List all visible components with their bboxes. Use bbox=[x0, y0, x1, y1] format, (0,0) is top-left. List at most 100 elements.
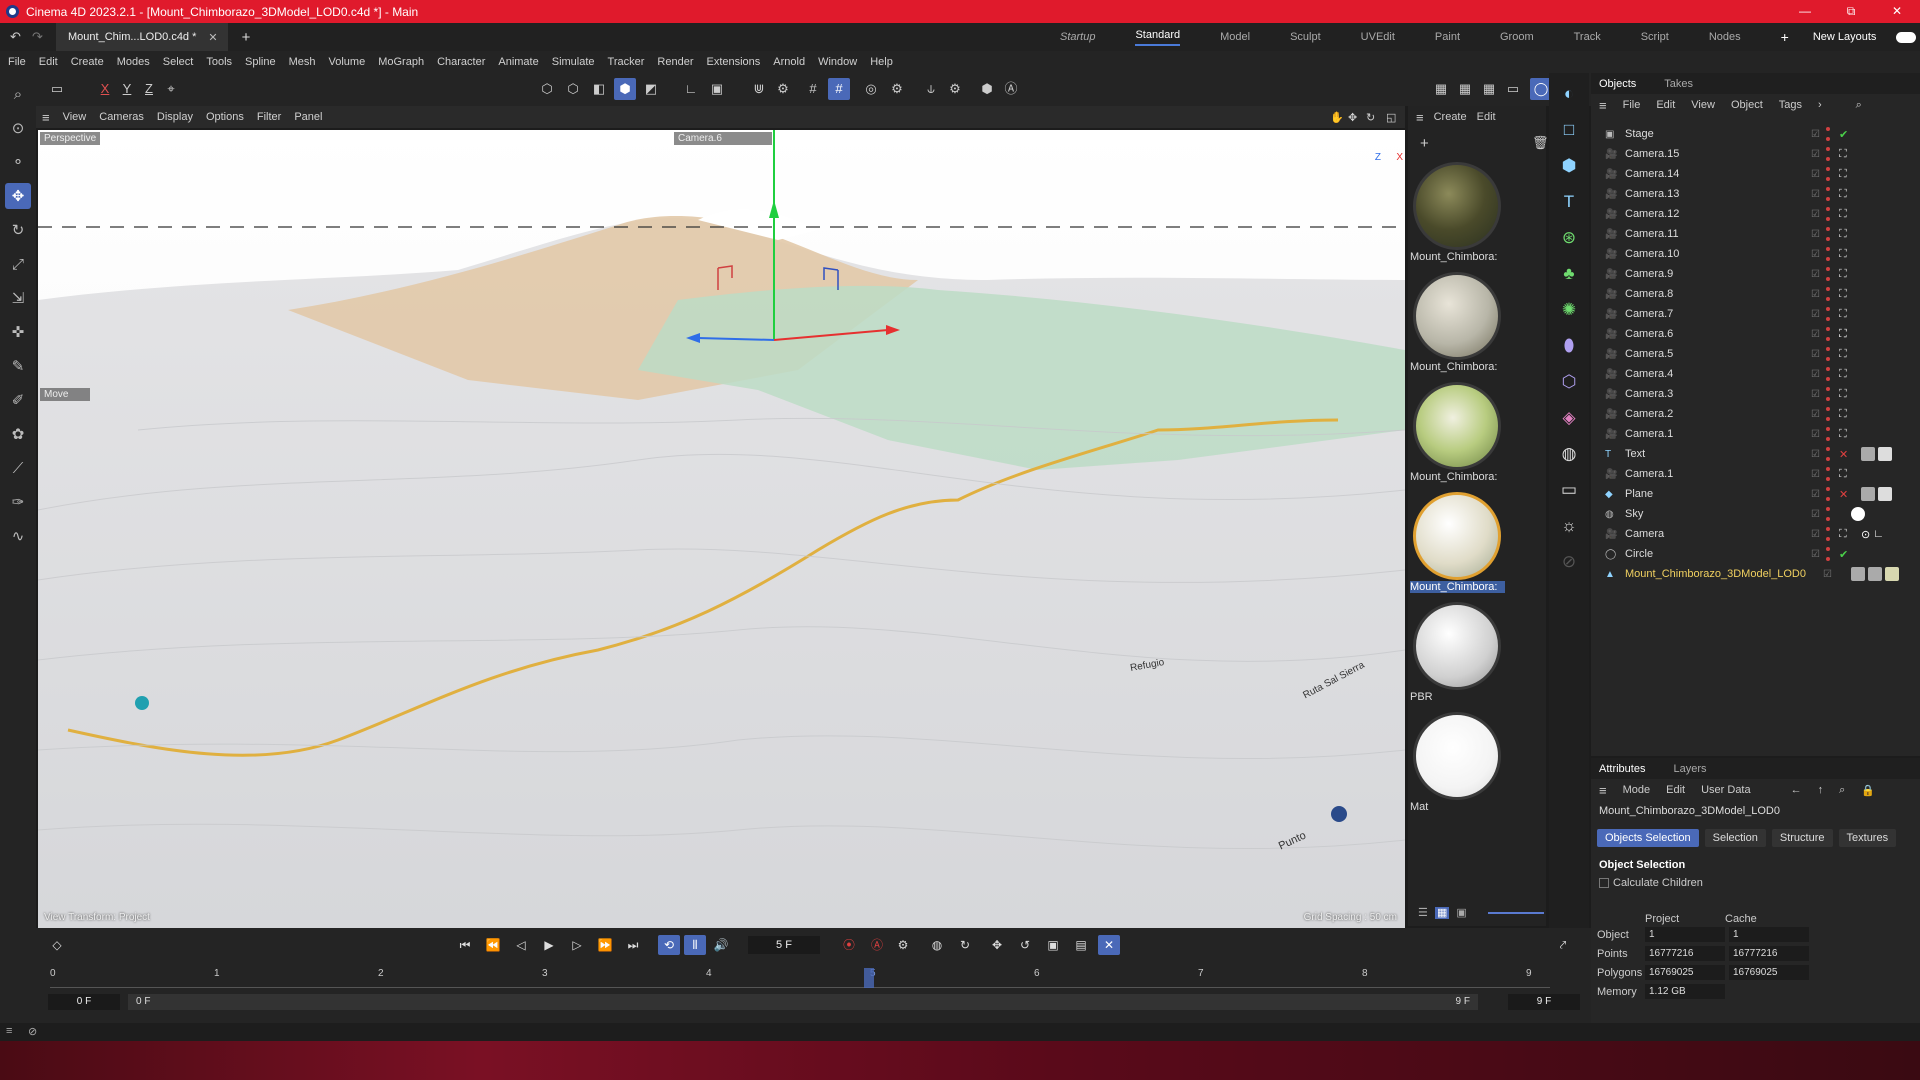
object-row[interactable]: T Text ☑ ✕ bbox=[1591, 444, 1920, 464]
key-scale-icon[interactable]: ✥ bbox=[986, 935, 1008, 955]
menu-tracker[interactable]: Tracker bbox=[608, 56, 645, 68]
om-more-icon[interactable]: › bbox=[1818, 99, 1822, 111]
disabled-tool-icon[interactable]: ⊘ bbox=[1554, 547, 1584, 577]
icon-size-slider[interactable] bbox=[1487, 912, 1544, 915]
cloner-icon[interactable]: ♣ bbox=[1554, 259, 1584, 289]
add-tab-button[interactable]: + bbox=[242, 29, 251, 46]
am-menu-icon[interactable]: ≡ bbox=[1599, 783, 1607, 798]
menu-mesh[interactable]: Mesh bbox=[289, 56, 316, 68]
visibility-checkbox[interactable]: ☑ bbox=[1811, 409, 1820, 420]
visibility-checkbox[interactable]: ☑ bbox=[1811, 169, 1820, 180]
grid-snap-icon[interactable]: # bbox=[802, 78, 824, 100]
visibility-dots[interactable] bbox=[1826, 347, 1831, 361]
menu-extensions[interactable]: Extensions bbox=[706, 56, 760, 68]
layout-script[interactable]: Script bbox=[1641, 31, 1669, 43]
maximize-view-icon[interactable]: ◱ bbox=[1386, 111, 1396, 124]
autokey-icon[interactable]: Ⓐ bbox=[866, 935, 888, 955]
cube-outline-icon[interactable]: □ bbox=[1554, 115, 1584, 145]
object-row[interactable]: 🎥 Camera.3 ☑ ⛶ bbox=[1591, 384, 1920, 404]
fcurve-editor-icon[interactable]: ⤤ bbox=[1552, 935, 1574, 955]
tab-attributes[interactable]: Attributes bbox=[1599, 763, 1645, 775]
generator-icon[interactable]: ⊛ bbox=[1554, 223, 1584, 253]
visibility-checkbox[interactable]: ☑ bbox=[1811, 289, 1820, 300]
om-search-icon[interactable]: ⌕ bbox=[1856, 99, 1862, 112]
playback-rate-icon[interactable]: ⫴ bbox=[684, 935, 706, 955]
visibility-dots[interactable] bbox=[1826, 407, 1831, 421]
layout-startup[interactable]: Startup bbox=[1060, 31, 1095, 43]
render-queue-icon[interactable]: ▦ bbox=[1454, 78, 1476, 100]
delete-material-icon[interactable]: 🗑 bbox=[1532, 135, 1549, 151]
polygons-mode-icon[interactable]: ◧ bbox=[588, 78, 610, 100]
visibility-checkbox[interactable]: ☑ bbox=[1811, 309, 1820, 320]
select-tool-icon[interactable]: ⊙ bbox=[5, 115, 31, 141]
visibility-checkbox[interactable]: ☑ bbox=[1811, 429, 1820, 440]
object-row[interactable]: 🎥 Camera ☑ ⛶ ⊙ ∟ bbox=[1591, 524, 1920, 544]
redshift-camera-icon[interactable]: ◐ bbox=[1554, 79, 1584, 109]
key-param-icon[interactable]: ↺ bbox=[1014, 935, 1036, 955]
rotate-view-icon[interactable]: ↻ bbox=[1366, 111, 1375, 124]
visibility-dots[interactable] bbox=[1826, 507, 1831, 521]
symmetry-settings-icon[interactable]: ⚙ bbox=[944, 78, 966, 100]
back-arrow-icon[interactable]: ← bbox=[1791, 784, 1802, 796]
tab-layers[interactable]: Layers bbox=[1673, 763, 1706, 775]
visibility-checkbox[interactable]: ☑ bbox=[1811, 329, 1820, 340]
light-icon[interactable]: ☼ bbox=[1554, 511, 1584, 541]
visibility-checkbox[interactable]: ☑ bbox=[1811, 149, 1820, 160]
menu-file[interactable]: File bbox=[8, 56, 26, 68]
start-frame-field[interactable]: 0 F bbox=[48, 994, 120, 1010]
key-pla-icon[interactable]: ▣ bbox=[1042, 935, 1064, 955]
list-view-icon[interactable]: ☰ bbox=[1418, 907, 1428, 919]
visibility-dots[interactable] bbox=[1826, 447, 1831, 461]
visibility-checkbox[interactable]: ☑ bbox=[1811, 229, 1820, 240]
mat-menu-create[interactable]: Create bbox=[1434, 111, 1467, 123]
active-camera-icon[interactable]: ⛶ bbox=[1839, 328, 1847, 341]
menu-select[interactable]: Select bbox=[163, 56, 194, 68]
render-settings-icon[interactable]: ⚙ bbox=[886, 78, 908, 100]
visibility-dots[interactable] bbox=[1826, 167, 1831, 181]
status-check-icon[interactable]: ⊘ bbox=[28, 1025, 37, 1038]
tag-icons[interactable] bbox=[1851, 507, 1865, 521]
visibility-checkbox[interactable]: ☑ bbox=[1811, 509, 1820, 520]
camera-target-icon[interactable]: ⛶ bbox=[1839, 208, 1847, 221]
material-item[interactable]: Mount_Chimbora: bbox=[1410, 162, 1505, 272]
lasso-icon[interactable]: ∿ bbox=[5, 523, 31, 549]
tag-icons[interactable] bbox=[1851, 567, 1899, 581]
camera-target-icon[interactable]: ⛶ bbox=[1839, 348, 1847, 361]
mat-menu-edit[interactable]: Edit bbox=[1477, 111, 1496, 123]
material-menu-icon[interactable]: ≡ bbox=[1416, 110, 1424, 125]
object-row[interactable]: 🎥 Camera.11 ☑ ⛶ bbox=[1591, 224, 1920, 244]
om-menu-edit[interactable]: Edit bbox=[1656, 99, 1675, 111]
camera-target-icon[interactable]: ⛶ bbox=[1839, 228, 1847, 241]
key-position-icon[interactable]: ◍ bbox=[926, 935, 948, 955]
visibility-dots[interactable] bbox=[1826, 227, 1831, 241]
add-layout-button[interactable]: + bbox=[1781, 29, 1789, 45]
visibility-checkbox[interactable]: ☑ bbox=[1811, 389, 1820, 400]
texture-mode-icon[interactable]: ▣ bbox=[706, 78, 728, 100]
visibility-checkbox[interactable]: ☑ bbox=[1811, 549, 1820, 560]
grid-view-icon[interactable]: ▦ bbox=[1434, 907, 1450, 919]
document-tab[interactable]: Mount_Chim...LOD0.c4d * ✕ bbox=[56, 23, 228, 51]
layout-track[interactable]: Track bbox=[1574, 31, 1601, 43]
visibility-checkbox[interactable]: ☑ bbox=[1811, 129, 1820, 140]
tag-icons[interactable]: ⊙ ∟ bbox=[1861, 528, 1884, 541]
object-row[interactable]: 🎥 Camera.1 ☑ ⛶ bbox=[1591, 424, 1920, 444]
play-icon[interactable]: ▶ bbox=[538, 935, 560, 955]
camera-target-icon[interactable]: ⛶ bbox=[1839, 308, 1847, 321]
visibility-dots[interactable] bbox=[1826, 367, 1831, 381]
visibility-checkbox[interactable]: ☑ bbox=[1823, 569, 1832, 580]
visibility-checkbox[interactable]: ☑ bbox=[1811, 249, 1820, 260]
text-tool-icon[interactable]: Ⓐ bbox=[1000, 78, 1022, 100]
new-layouts-label[interactable]: New Layouts bbox=[1813, 31, 1877, 43]
am-search-icon[interactable]: ⌕ bbox=[1839, 784, 1845, 797]
visibility-checkbox[interactable]: ☑ bbox=[1811, 369, 1820, 380]
tab-takes[interactable]: Takes bbox=[1664, 78, 1693, 90]
camera-target-icon[interactable]: ⛶ bbox=[1839, 168, 1847, 181]
object-row[interactable]: ◆ Plane ☑ ✕ bbox=[1591, 484, 1920, 504]
material-item[interactable]: Mat bbox=[1410, 712, 1505, 822]
subtab-objects-selection[interactable]: Objects Selection bbox=[1597, 829, 1699, 847]
object-row[interactable]: 🎥 Camera.13 ☑ ⛶ bbox=[1591, 184, 1920, 204]
visibility-dots[interactable] bbox=[1826, 387, 1831, 401]
x-axis-toggle[interactable]: X bbox=[94, 78, 116, 100]
scene-icon[interactable]: ◍ bbox=[1554, 439, 1584, 469]
visibility-dots[interactable] bbox=[1826, 327, 1831, 341]
